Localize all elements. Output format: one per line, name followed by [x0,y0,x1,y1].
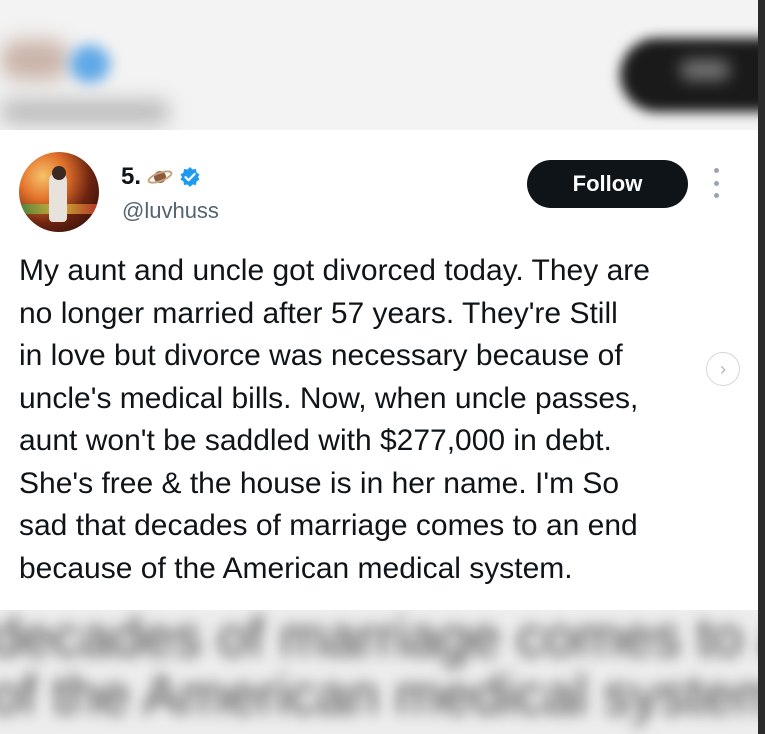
follow-button[interactable]: Follow [527,160,688,208]
blurred-verified-badge [70,45,110,83]
chevron-right-icon[interactable]: › [706,352,740,386]
display-name-row[interactable]: 5. [121,163,201,191]
avatar[interactable] [19,152,99,232]
user-handle[interactable]: @luvhuss [122,198,219,224]
dot [713,180,719,186]
blurred-text-line: of the American medical system [0,663,758,726]
blurred-avatar [0,40,70,80]
blurred-header-background [0,0,758,130]
ringed-planet-icon [147,166,173,188]
tweet-card: 5. @luvhuss Follow My aunt and uncle got [0,130,758,610]
right-edge-bar [758,0,765,734]
display-name[interactable]: 5. [121,163,141,191]
blurred-text-line: decades of marriage comes to a [0,610,758,668]
blurred-footer-background: decades of marriage comes to a of the Am… [0,610,758,734]
more-options-icon[interactable] [710,168,722,198]
verified-badge-icon [179,166,201,188]
blurred-handle [0,100,170,124]
dot [713,168,719,173]
blurred-follow-label [680,60,730,80]
dot [713,193,719,198]
screenshot: 5. @luvhuss Follow My aunt and uncle got [0,0,765,734]
tweet-text: My aunt and uncle got divorced today. Th… [19,254,650,585]
avatar-head [52,166,66,180]
